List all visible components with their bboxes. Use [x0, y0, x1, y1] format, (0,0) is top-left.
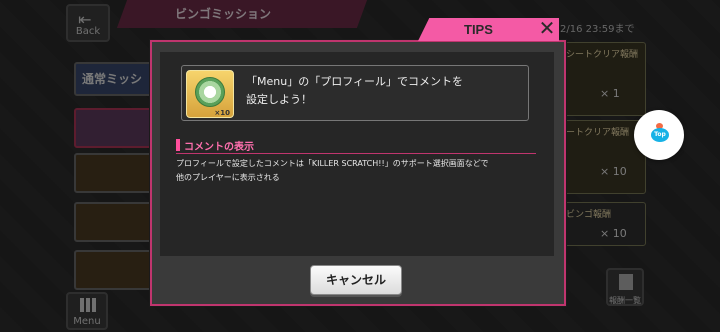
top-label: Top	[651, 128, 669, 142]
item-count: ×10	[214, 109, 230, 117]
medal-item-icon: ×10	[186, 70, 234, 118]
cancel-button[interactable]: キャンセル	[310, 265, 402, 295]
tip-header-text: 「Menu」の「プロフィール」でコメントを 設定しよう！	[246, 75, 463, 106]
tips-title: TIPS	[464, 22, 493, 37]
top-shortcut-button[interactable]: Top	[634, 110, 684, 160]
section-description: プロフィールで設定したコメントは「KILLER SCRATCH!!」のサポート選…	[176, 159, 489, 182]
section-divider	[176, 153, 536, 154]
close-icon[interactable]: ✕	[536, 17, 558, 39]
section-title-text: コメントの表示	[184, 142, 254, 153]
medal-icon	[195, 77, 225, 107]
section-title: コメントの表示	[176, 138, 254, 153]
